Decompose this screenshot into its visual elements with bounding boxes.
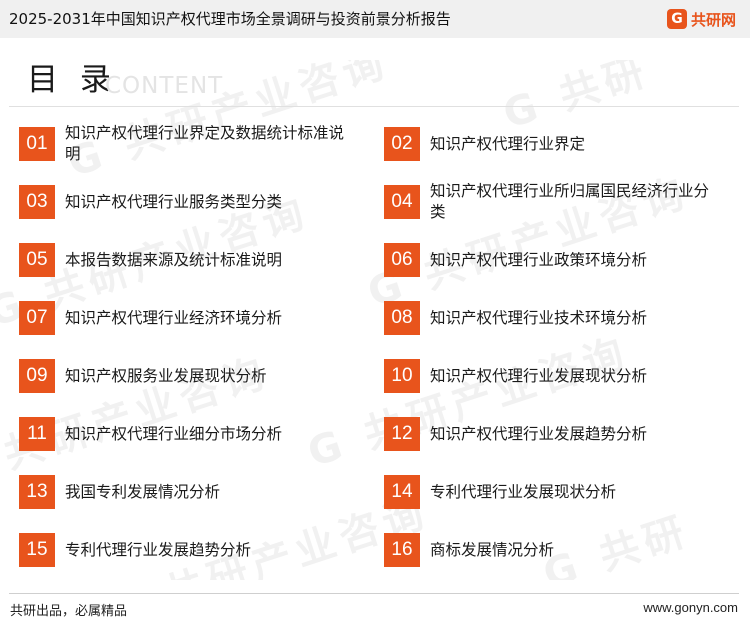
toc-item[interactable]: 10 知识产权代理行业发展现状分析 (384, 356, 710, 396)
top-bar: 2025-2031年中国知识产权代理市场全景调研与投资前景分析报告 G 共研网 (0, 0, 750, 38)
toc-item[interactable]: 12 知识产权代理行业发展趋势分析 (384, 414, 710, 454)
toc-number: 09 (19, 359, 55, 393)
toc-number: 01 (19, 127, 55, 161)
footer-slogan: 共研出品，必属精品 (10, 604, 128, 619)
heading-title: 目 录 (27, 62, 117, 98)
toc-item[interactable]: 08 知识产权代理行业技术环境分析 (384, 298, 710, 338)
toc-number: 08 (384, 301, 420, 335)
toc-label: 知识产权代理行业服务类型分类 (65, 192, 283, 211)
footer-website: www.gonyn.com (643, 600, 738, 615)
toc-number: 12 (384, 417, 420, 451)
toc-number: 14 (384, 475, 420, 509)
toc-item[interactable]: 11 知识产权代理行业细分市场分析 (19, 414, 345, 454)
toc-label: 知识产权代理行业细分市场分析 (65, 424, 283, 443)
toc-label: 知识产权代理行业政策环境分析 (430, 250, 648, 269)
toc-number: 07 (19, 301, 55, 335)
toc-item[interactable]: 14 专利代理行业发展现状分析 (384, 472, 710, 512)
toc-item[interactable]: 07 知识产权代理行业经济环境分析 (19, 298, 345, 338)
heading-subtitle: CONTENT (105, 73, 224, 99)
heading-divider (9, 106, 739, 107)
footer-divider (9, 593, 739, 594)
toc-number: 15 (19, 533, 55, 567)
toc-item[interactable]: 01 知识产权代理行业界定及数据统计标准说明 (19, 124, 345, 164)
toc-label: 我国专利发展情况分析 (65, 482, 221, 501)
toc-label: 知识产权代理行业经济环境分析 (65, 308, 283, 327)
toc-label: 知识产权代理行业发展现状分析 (430, 366, 648, 385)
toc-number: 16 (384, 533, 420, 567)
toc-number: 06 (384, 243, 420, 277)
toc-label: 知识产权代理行业界定 (430, 134, 586, 153)
toc-label: 专利代理行业发展趋势分析 (65, 540, 252, 559)
toc-item[interactable]: 06 知识产权代理行业政策环境分析 (384, 240, 710, 280)
toc-label: 知识产权服务业发展现状分析 (65, 366, 267, 385)
brand-logo: G 共研网 (666, 8, 736, 30)
toc-number: 11 (19, 417, 55, 451)
toc-item[interactable]: 15 专利代理行业发展趋势分析 (19, 530, 345, 570)
report-title: 2025-2031年中国知识产权代理市场全景调研与投资前景分析报告 (9, 10, 451, 28)
toc-item[interactable]: 03 知识产权代理行业服务类型分类 (19, 182, 345, 222)
toc-item[interactable]: 16 商标发展情况分析 (384, 530, 710, 570)
toc-label: 知识产权代理行业技术环境分析 (430, 308, 648, 327)
toc-label: 本报告数据来源及统计标准说明 (65, 250, 283, 269)
toc-number: 04 (384, 185, 420, 219)
toc-number: 13 (19, 475, 55, 509)
toc-number: 10 (384, 359, 420, 393)
toc-item[interactable]: 05 本报告数据来源及统计标准说明 (19, 240, 345, 280)
toc-number: 03 (19, 185, 55, 219)
toc-label: 知识产权代理行业所归属国民经济行业分类 (430, 182, 710, 221)
toc-number: 02 (384, 127, 420, 161)
toc-label: 商标发展情况分析 (430, 540, 555, 559)
toc-label: 知识产权代理行业发展趋势分析 (430, 424, 648, 443)
toc-label: 知识产权代理行业界定及数据统计标准说明 (65, 124, 345, 163)
toc-label: 专利代理行业发展现状分析 (430, 482, 617, 501)
toc-item[interactable]: 02 知识产权代理行业界定 (384, 124, 710, 164)
toc-item[interactable]: 09 知识产权服务业发展现状分析 (19, 356, 345, 396)
brand-name: 共研网 (690, 10, 736, 29)
brand-logo-icon: G (666, 9, 687, 29)
toc-item[interactable]: 04 知识产权代理行业所归属国民经济行业分类 (384, 182, 710, 222)
toc-item[interactable]: 13 我国专利发展情况分析 (19, 472, 345, 512)
toc-number: 05 (19, 243, 55, 277)
